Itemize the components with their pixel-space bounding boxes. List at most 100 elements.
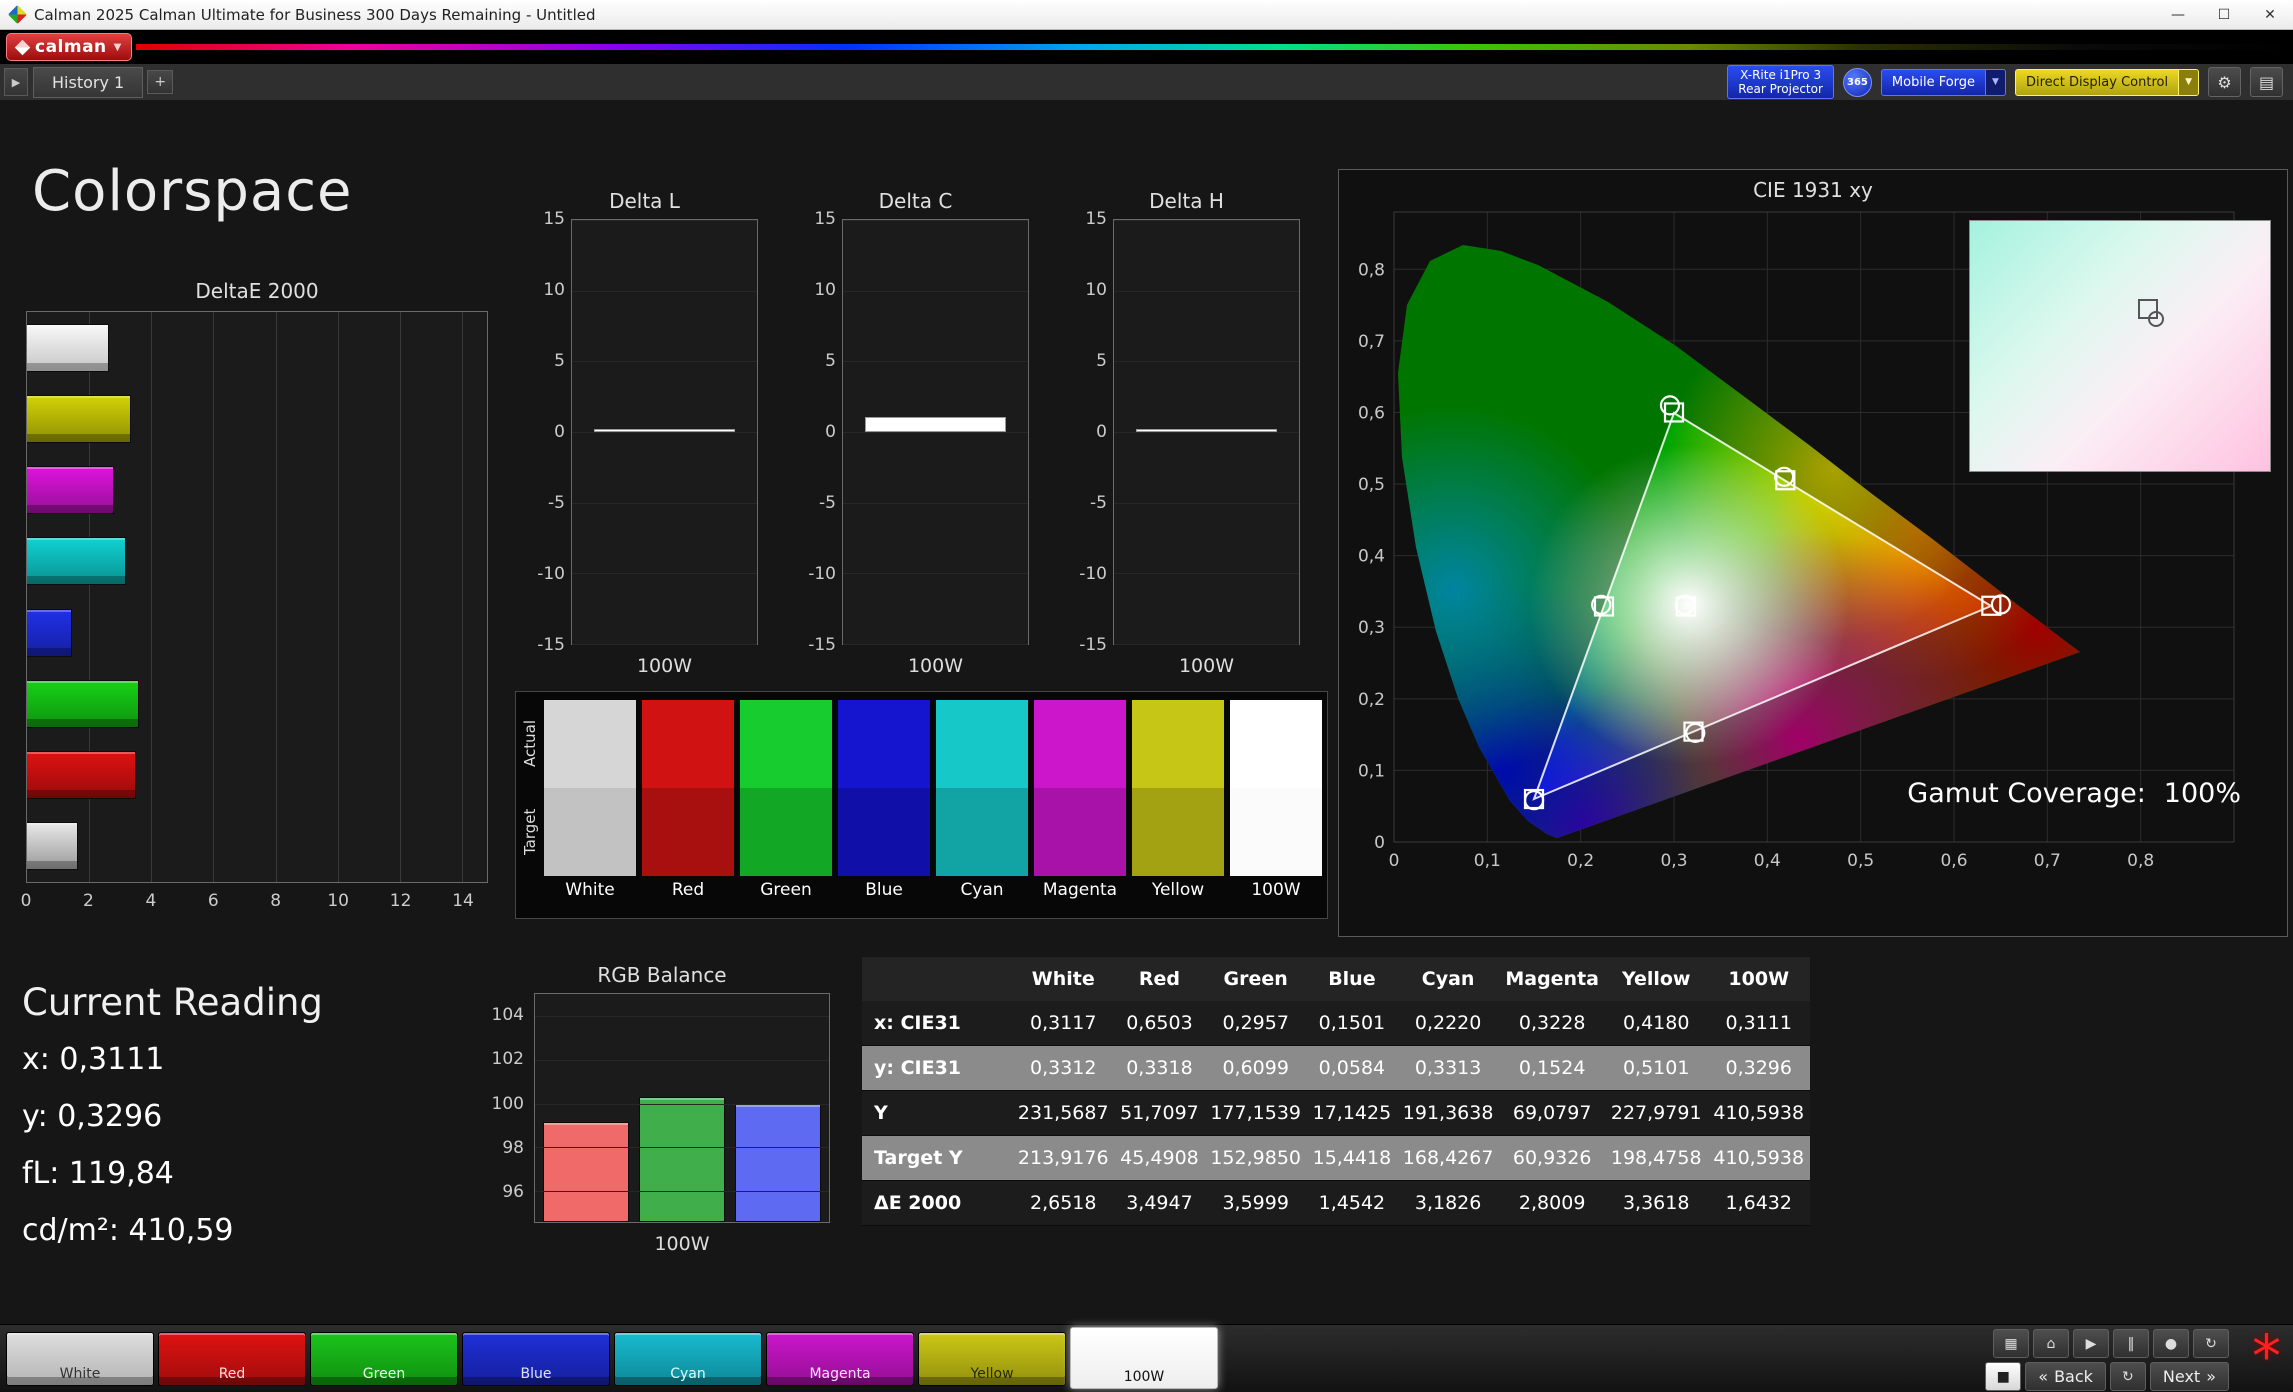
table-cell: 231,5687 — [1012, 1091, 1115, 1136]
delta-y-tick-label: 10 — [798, 280, 836, 300]
delta-gridline — [1114, 644, 1299, 645]
add-tab-button[interactable]: + — [147, 70, 173, 94]
tab-history-1[interactable]: History 1 — [33, 67, 143, 98]
cie-tick-label: 0,1 — [1474, 851, 1501, 871]
table-column-header: Yellow — [1605, 957, 1708, 1001]
patch-button-red[interactable]: Red — [158, 1332, 306, 1386]
chevron-down-icon[interactable]: ▼ — [2179, 69, 2199, 96]
swatch-target — [544, 788, 636, 876]
deltae-bar-green — [27, 680, 487, 728]
deltae-bar-fill — [27, 751, 136, 799]
table-cell: 0,5101 — [1605, 1046, 1708, 1091]
measuring-indicator[interactable]: * — [2252, 1325, 2281, 1387]
tab-scroll-button[interactable]: ▶ — [4, 68, 28, 96]
delta-chart-bar — [865, 417, 1006, 432]
patch-label: White — [7, 1366, 153, 1382]
minimize-button[interactable]: — — [2155, 0, 2201, 29]
calman-menu-button[interactable]: calman ▼ — [6, 33, 132, 61]
delta-x-label: 100W — [842, 655, 1029, 677]
table-cell: 0,3312 — [1012, 1046, 1115, 1091]
patch-button-white[interactable]: White — [6, 1332, 154, 1386]
rgb-gridline — [535, 1191, 829, 1192]
table-cell: 410,5938 — [1707, 1136, 1810, 1181]
patch-button-green[interactable]: Green — [310, 1332, 458, 1386]
swatch-actual — [544, 700, 636, 788]
table-row-y: Y231,568751,7097177,153917,1425191,36386… — [862, 1091, 1810, 1136]
display-control-button[interactable]: Direct Display Control ▼ — [2015, 69, 2199, 96]
deltae-x-tick-label: 6 — [208, 891, 219, 911]
patch-button-yellow[interactable]: Yellow — [918, 1332, 1066, 1386]
patch-button-100w[interactable]: 100W — [1070, 1327, 1218, 1389]
back-button[interactable]: « Back — [2025, 1362, 2106, 1391]
swatch-actual — [1230, 700, 1322, 788]
cie-tick-label: 0,1 — [1358, 761, 1385, 781]
delta-gridline — [572, 503, 757, 504]
pause-button[interactable]: ‖ — [2113, 1329, 2149, 1358]
delta-y-tick-label: -10 — [798, 564, 836, 584]
table-cell: 168,4267 — [1397, 1136, 1500, 1181]
rgb-y-tick-label: 96 — [502, 1182, 524, 1202]
table-column-header: White — [1012, 957, 1115, 1001]
table-row-target-y: Target Y213,917645,4908152,985015,441816… — [862, 1136, 1810, 1181]
maximize-button[interactable]: ☐ — [2201, 0, 2247, 29]
delta-y-tick-label: -15 — [798, 635, 836, 655]
table-cell: 1,6432 — [1707, 1181, 1810, 1226]
rgb-gridline — [535, 1016, 829, 1017]
patch-button-blue[interactable]: Blue — [462, 1332, 610, 1386]
swatch-column-100w — [1230, 700, 1322, 876]
delta-gridline — [1114, 503, 1299, 504]
delta-y-tick-label: -10 — [1069, 564, 1107, 584]
table-cell: 69,0797 — [1499, 1091, 1605, 1136]
home-button[interactable]: ⌂ — [2033, 1329, 2069, 1358]
source-button[interactable]: Mobile Forge ▼ — [1881, 69, 2006, 96]
meter-button[interactable]: X-Rite i1Pro 3 Rear Projector — [1727, 65, 1834, 100]
rgb-balance-chart: RGB Balance 1041021009896 100W — [488, 963, 836, 1263]
rgb-gridline — [535, 1104, 829, 1105]
table-column-header: Blue — [1307, 957, 1397, 1001]
loop-button[interactable]: ↻ — [2193, 1329, 2229, 1358]
cie-tick-label: 0,5 — [1847, 851, 1874, 871]
tab-bar: ▶ History 1 + X-Rite i1Pro 3 Rear Projec… — [0, 64, 2293, 101]
patch-button-magenta[interactable]: Magenta — [766, 1332, 914, 1386]
record-button[interactable]: ● — [2153, 1329, 2189, 1358]
table-cell: 198,4758 — [1605, 1136, 1708, 1181]
patch-button-cyan[interactable]: Cyan — [614, 1332, 762, 1386]
next-button[interactable]: Next » — [2150, 1362, 2229, 1391]
delta-y-tick-label: -10 — [527, 564, 565, 584]
cie-tick-label: 0,8 — [2127, 851, 2154, 871]
rgb-chart-bars — [535, 994, 829, 1222]
deltae-x-tick-label: 10 — [327, 891, 349, 911]
table-row-label: x: CIE31 — [862, 1001, 1012, 1046]
next-chevron-icon: » — [2206, 1367, 2216, 1386]
delta-y-tick-label: 0 — [527, 422, 565, 442]
swatch-target — [1034, 788, 1126, 876]
table-cell: 3,3618 — [1605, 1181, 1708, 1226]
deltae-bar-fill — [27, 609, 72, 657]
gear-icon[interactable]: ⚙ — [2208, 67, 2241, 97]
delta-y-tick-label: 0 — [1069, 422, 1107, 442]
chevron-down-icon[interactable]: ▼ — [1986, 69, 2006, 96]
cie-tick-label: 0,6 — [1940, 851, 1967, 871]
refresh-icon[interactable]: ↻ — [2110, 1362, 2146, 1391]
delta-y-tick-label: 15 — [1069, 209, 1107, 229]
delta-gridline — [1114, 573, 1299, 574]
deltae-bar-fill — [27, 324, 109, 372]
workspace-icon[interactable]: ▤ — [2250, 67, 2283, 97]
delta-gridline — [843, 503, 1028, 504]
snapshot-button[interactable]: ▦ — [1993, 1329, 2029, 1358]
play-button[interactable]: ▶ — [2073, 1329, 2109, 1358]
rgb-bar-red — [543, 1122, 629, 1222]
deltae-x-tick-label: 4 — [145, 891, 156, 911]
table-cell: 191,3638 — [1397, 1091, 1500, 1136]
deltae-x-tick-label: 8 — [270, 891, 281, 911]
delta-chart-delta-h: Delta H151050-5-10-15100W — [1069, 189, 1304, 689]
delta-chart-plot — [571, 219, 758, 645]
rgb-chart-title: RGB Balance — [488, 963, 836, 987]
window-controls: — ☐ ✕ — [2155, 0, 2293, 29]
stop-button[interactable]: ■ — [1985, 1362, 2021, 1391]
license-badge[interactable]: 365 — [1843, 68, 1872, 97]
delta-y-tick-label: -5 — [798, 493, 836, 513]
close-button[interactable]: ✕ — [2247, 0, 2293, 29]
calman-logo-text: calman — [35, 37, 107, 57]
table-cell: 0,3117 — [1012, 1001, 1115, 1046]
